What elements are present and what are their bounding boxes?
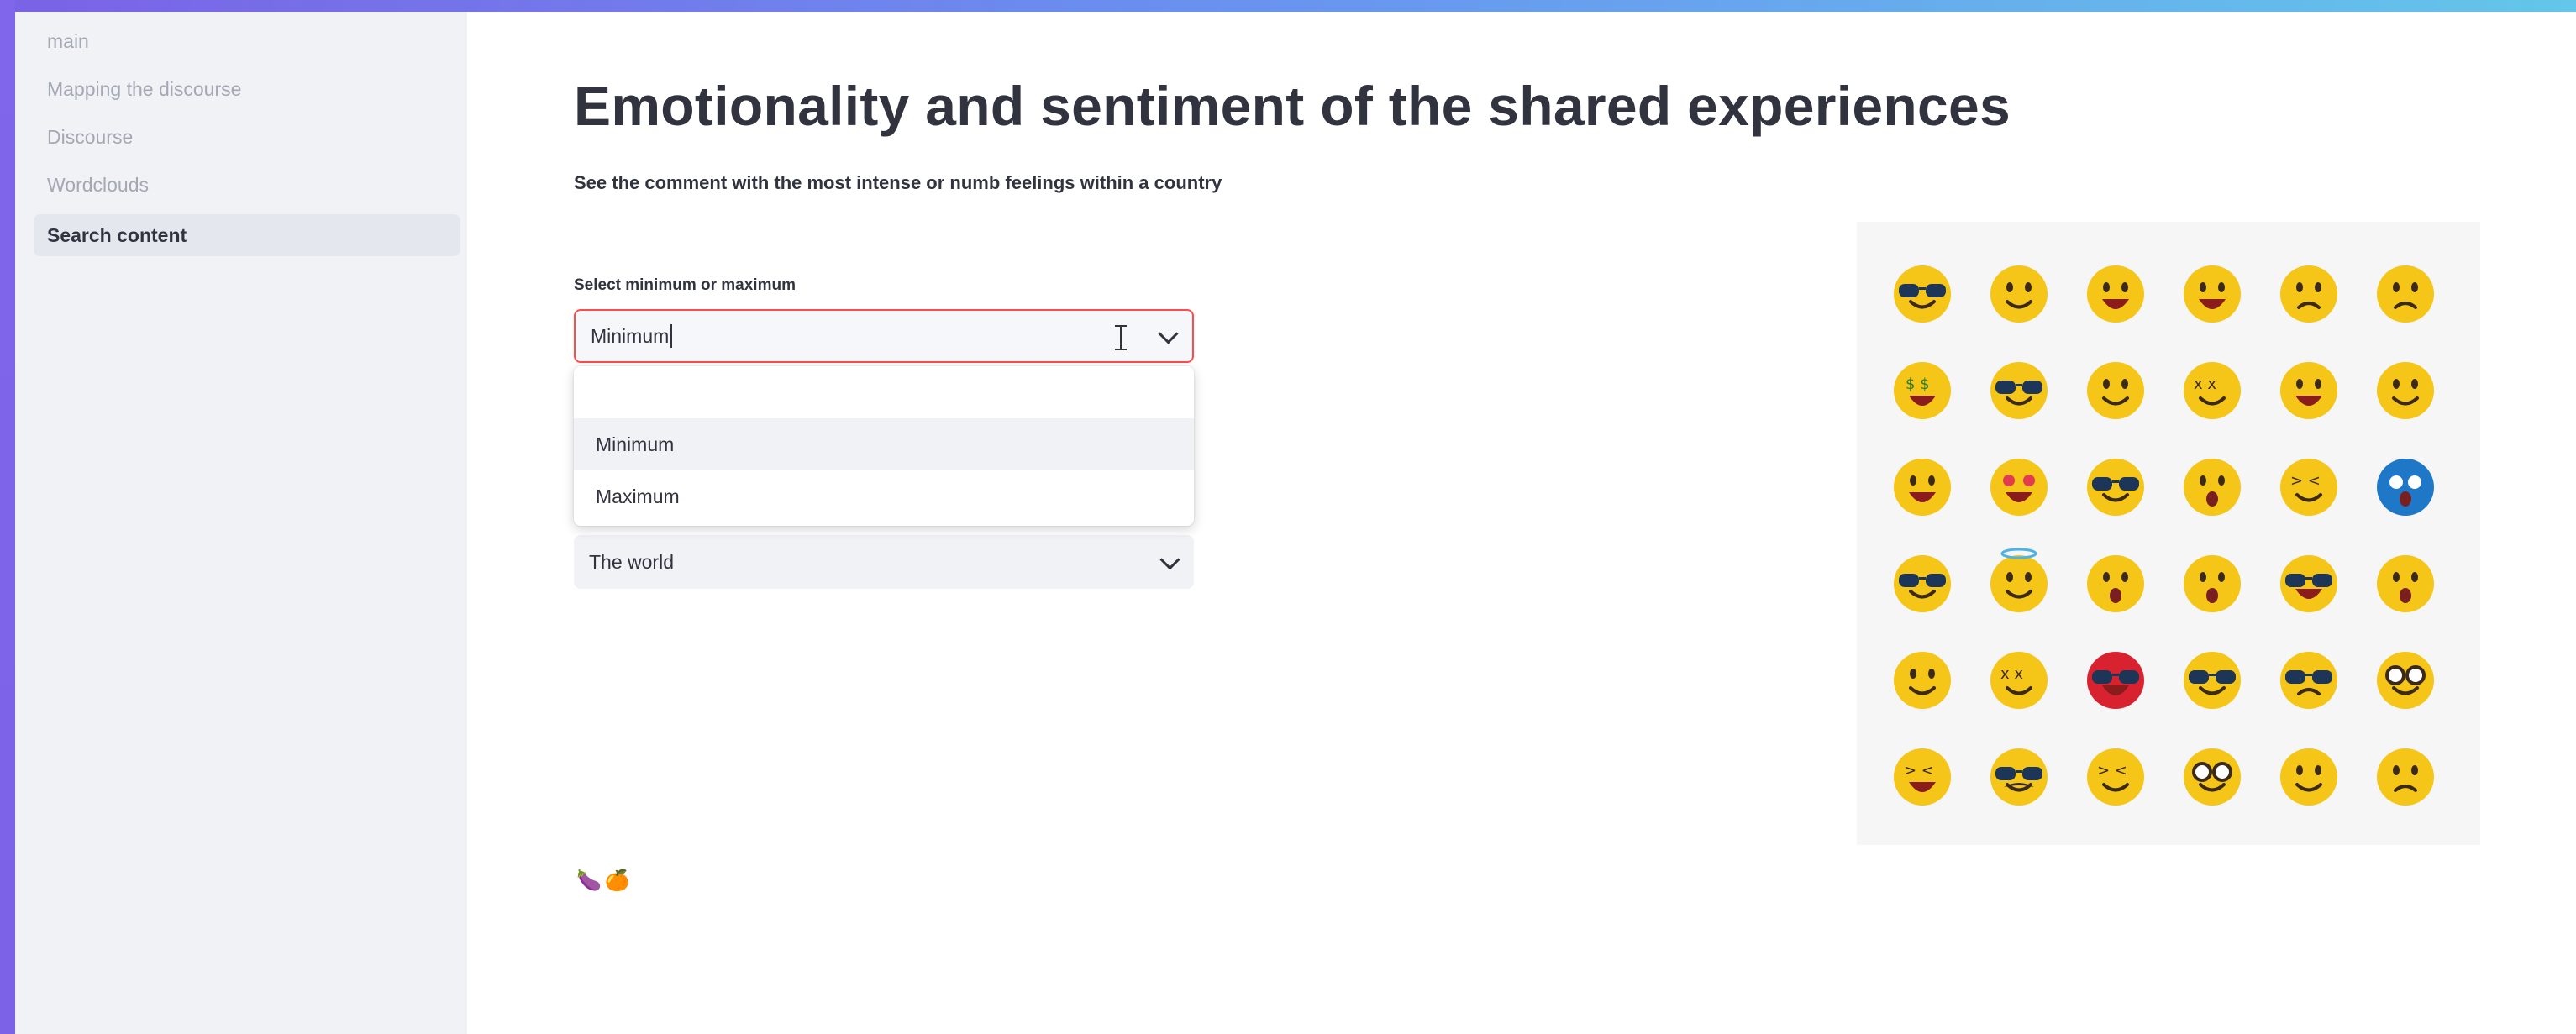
dropdown-option-maximum[interactable]: Maximum xyxy=(574,470,1194,522)
dizzy-emoji: x x xyxy=(2184,362,2241,419)
surprised-emoji xyxy=(2184,459,2241,516)
sidebar: main Mapping the discourse Discourse Wor… xyxy=(15,12,467,1034)
footer-icons: 🍆 🍊 xyxy=(576,869,630,894)
tongue-emoji xyxy=(2087,265,2144,323)
sunglasses-emoji xyxy=(1894,265,1951,323)
sidebar-item-label: Wordclouds xyxy=(47,173,150,196)
sidebar-item-search-content[interactable]: Search content xyxy=(34,214,460,256)
minmax-dropdown-menu: Minimum Maximum xyxy=(574,366,1194,526)
tears-of-joy-emoji xyxy=(2184,265,2241,323)
sidebar-item-label: Search content xyxy=(47,223,187,246)
astonished-emoji xyxy=(2377,555,2434,612)
emoji-grid-svg: $ $ x x > < x x > < > < xyxy=(1894,265,2434,806)
scream-emoji xyxy=(2377,459,2434,516)
confounded-emoji: > < xyxy=(2087,748,2144,806)
cool-grin-emoji xyxy=(2280,555,2337,612)
upside-down-emoji xyxy=(2377,748,2434,806)
country-select[interactable]: The world xyxy=(574,535,1194,589)
drooling-emoji xyxy=(1894,652,1951,709)
crying-emoji xyxy=(2087,362,2144,419)
neutral-emoji xyxy=(2280,265,2337,323)
kiss-emoji xyxy=(2184,555,2241,612)
laughing-emoji: > < xyxy=(1894,748,1951,806)
svg-text:x x: x x xyxy=(2000,665,2023,683)
smile-emoji xyxy=(1990,265,2048,323)
emoji-grid-image: $ $ x x > < x x > < > < xyxy=(1857,222,2480,845)
glasses-emoji xyxy=(2184,748,2241,806)
text-cursor-icon xyxy=(1115,325,1127,350)
svg-text:> <: > < xyxy=(2097,762,2127,779)
page-title: Emotionality and sentiment of the shared… xyxy=(574,75,2011,137)
window-left-border xyxy=(0,0,15,1034)
country-select-value: The world xyxy=(589,550,674,573)
smile-emoji xyxy=(2280,748,2337,806)
halo-emoji xyxy=(1990,548,2048,612)
devil-emoji xyxy=(2087,652,2144,709)
money-mouth-emoji: $ $ xyxy=(1894,362,1951,419)
monocle-emoji xyxy=(2377,652,2434,709)
svg-text:> <: > < xyxy=(1904,762,1934,779)
dizzy-eyes-emoji: x x xyxy=(1990,652,2048,709)
svg-text:> <: > < xyxy=(2290,472,2321,490)
frown-emoji xyxy=(2280,652,2337,709)
chevron-down-icon[interactable] xyxy=(1158,323,1179,344)
svg-text:$ $: $ $ xyxy=(1906,375,1930,393)
sidebar-item-label: Mapping the discourse xyxy=(47,77,242,100)
minmax-select[interactable]: Minimum xyxy=(574,309,1194,363)
sweat-smile-emoji xyxy=(2280,362,2337,419)
chevron-down-icon[interactable] xyxy=(1159,549,1180,570)
nerd-emoji xyxy=(2087,459,2144,516)
orange-icon: 🍊 xyxy=(604,869,630,892)
sidebar-item-wordclouds[interactable]: Wordclouds xyxy=(34,164,460,206)
nauseated-emoji: > < xyxy=(2280,459,2337,516)
shades-emoji xyxy=(1894,555,1951,612)
minmax-select-label: Select minimum or maximum xyxy=(574,276,796,294)
slight-smile-emoji xyxy=(2377,362,2434,419)
minmax-select-value: Minimum xyxy=(591,324,670,347)
cool-emoji xyxy=(1990,362,2048,419)
worried-emoji xyxy=(2377,265,2434,323)
sunglasses-emoji xyxy=(2184,652,2241,709)
dropdown-search-row[interactable] xyxy=(574,366,1194,418)
sidebar-item-label: Discourse xyxy=(47,125,134,148)
zipper-mouth-emoji xyxy=(2087,555,2144,612)
eggplant-icon: 🍆 xyxy=(576,869,602,892)
heart-eyes-emoji xyxy=(1990,459,2048,516)
sidebar-item-label: main xyxy=(47,29,89,52)
svg-text:x x: x x xyxy=(2194,375,2216,393)
mustache-emoji xyxy=(1990,748,2048,806)
sidebar-item-discourse[interactable]: Discourse xyxy=(34,116,460,158)
sidebar-item-main[interactable]: main xyxy=(34,20,460,62)
dropdown-option-minimum[interactable]: Minimum xyxy=(574,418,1194,470)
window-top-border xyxy=(0,0,2576,12)
text-caret xyxy=(670,324,673,348)
sidebar-item-mapping-the-discourse[interactable]: Mapping the discourse xyxy=(34,68,460,110)
grin-emoji xyxy=(1894,459,1951,516)
page-subtitle: See the comment with the most intense or… xyxy=(574,172,1222,193)
